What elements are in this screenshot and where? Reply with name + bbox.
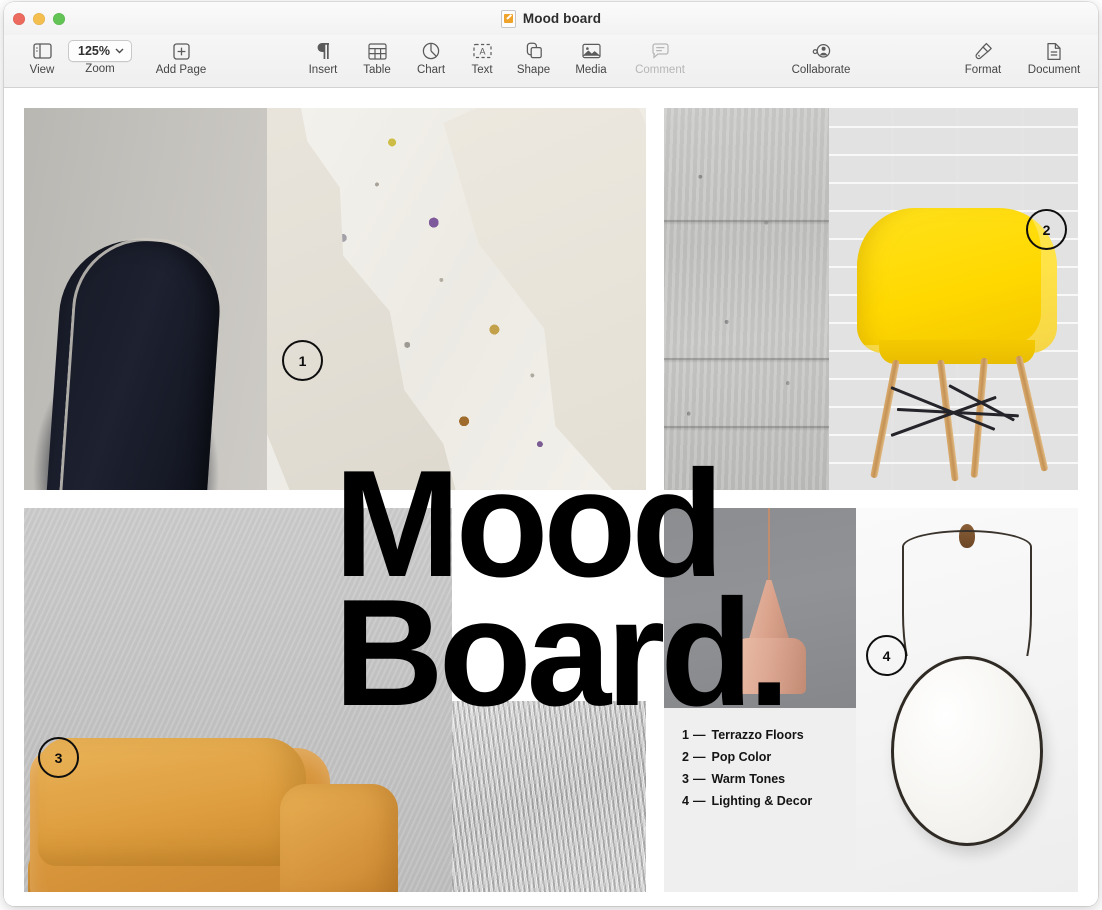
image-dark-chair[interactable] xyxy=(24,108,267,490)
pilcrow-icon xyxy=(316,39,331,63)
photo-icon xyxy=(582,39,601,63)
paintbrush-icon xyxy=(974,39,993,63)
chair-leg-1 xyxy=(870,359,900,478)
pie-chart-icon xyxy=(422,39,440,63)
toolbar-shape-button[interactable]: Shape xyxy=(506,35,561,76)
chair-leg-4 xyxy=(1015,355,1048,472)
zoom-dropdown[interactable]: 125% xyxy=(68,40,132,62)
toolbar-view-label: View xyxy=(30,64,55,76)
legend-label-4: Lighting & Decor xyxy=(712,794,813,808)
toolbar-add-page-label: Add Page xyxy=(156,64,207,76)
toolbar-zoom-control[interactable]: 125% Zoom xyxy=(62,35,138,75)
image-terrazzo[interactable] xyxy=(267,108,646,490)
page-title[interactable]: Mood Board. xyxy=(334,460,785,718)
text-box-icon: A xyxy=(473,39,492,63)
legend-dash-2: — xyxy=(693,750,706,764)
toolbar-document-label: Document xyxy=(1028,64,1080,76)
page-title-line2: Board. xyxy=(334,568,785,738)
badge-2[interactable]: 2 xyxy=(1026,209,1067,250)
chair-leg-2 xyxy=(937,360,959,482)
sidebar-icon xyxy=(33,39,52,63)
toolbar-comment-button[interactable]: Comment xyxy=(618,35,702,76)
zoom-value: 125% xyxy=(78,44,110,58)
toolbar-chart-button[interactable]: Chart xyxy=(406,35,456,76)
legend-item-4: 4 — Lighting & Decor xyxy=(682,794,856,808)
maximize-button[interactable] xyxy=(53,13,65,25)
toolbar-zoom-label: Zoom xyxy=(85,63,114,75)
toolbar-chart-label: Chart xyxy=(417,64,445,76)
image-round-mirror[interactable] xyxy=(856,508,1078,892)
toolbar-media-button[interactable]: Media xyxy=(564,35,618,76)
toolbar-shape-label: Shape xyxy=(517,64,550,76)
document-page[interactable]: 1 — Terrazzo Floors 2 — Pop Color 3 — Wa… xyxy=(24,108,1078,892)
svg-text:A: A xyxy=(479,47,485,57)
window-title-group: Mood board xyxy=(4,2,1098,35)
minimize-button[interactable] xyxy=(33,13,45,25)
legend-number-2: 2 xyxy=(682,750,693,764)
badge-3[interactable]: 3 xyxy=(38,737,79,778)
badge-3-number: 3 xyxy=(55,750,63,766)
toolbar-table-label: Table xyxy=(363,64,391,76)
pages-document-icon xyxy=(501,10,516,28)
badge-4-number: 4 xyxy=(883,648,891,664)
window-title: Mood board xyxy=(523,11,601,26)
table-grid-icon xyxy=(368,39,387,63)
image-concrete[interactable] xyxy=(664,108,829,490)
legend-label-3: Warm Tones xyxy=(712,772,786,786)
toolbar-comment-label: Comment xyxy=(635,64,685,76)
toolbar-table-button[interactable]: Table xyxy=(352,35,402,76)
toolbar-media-label: Media xyxy=(575,64,606,76)
legend-item-3: 3 — Warm Tones xyxy=(682,772,856,786)
concrete-seam-3 xyxy=(664,426,829,428)
legend-item-2: 2 — Pop Color xyxy=(682,750,856,764)
toolbar-text-button[interactable]: A Text xyxy=(460,35,504,76)
image-yellow-chair[interactable] xyxy=(829,108,1078,490)
image-group-top-left xyxy=(24,108,646,490)
toolbar-document-button[interactable]: Document xyxy=(1017,35,1091,76)
chair-piping-shape xyxy=(57,233,227,490)
legend-dash-4: — xyxy=(693,794,706,808)
chair-leg-3 xyxy=(971,358,988,478)
toolbar-collaborate-button[interactable]: Collaborate xyxy=(776,35,866,76)
shapes-icon xyxy=(525,39,543,63)
legend-number-4: 4 xyxy=(682,794,693,808)
toolbar-insert-label: Insert xyxy=(309,64,338,76)
badge-1-number: 1 xyxy=(299,353,307,369)
document-canvas[interactable]: 1 — Terrazzo Floors 2 — Pop Color 3 — Wa… xyxy=(4,88,1098,906)
concrete-seam-2 xyxy=(664,358,829,360)
legend-number-3: 3 xyxy=(682,772,693,786)
close-button[interactable] xyxy=(13,13,25,25)
sofa-arm-shape xyxy=(280,784,398,892)
collaborate-icon xyxy=(812,39,831,63)
yellow-chair-seatpad xyxy=(879,340,1035,364)
window-titlebar: Mood board xyxy=(4,2,1098,35)
main-toolbar: View 125% Zoom Add Page xyxy=(4,35,1098,88)
toolbar-format-label: Format xyxy=(965,64,1001,76)
toolbar-format-button[interactable]: Format xyxy=(955,35,1011,76)
toolbar-text-label: Text xyxy=(471,64,492,76)
concrete-seam-1 xyxy=(664,220,829,222)
mirror-glass-shape xyxy=(891,656,1043,846)
legend-label-2: Pop Color xyxy=(712,750,772,764)
badge-2-number: 2 xyxy=(1043,222,1051,238)
badge-4[interactable]: 4 xyxy=(866,635,907,676)
document-icon xyxy=(1046,39,1062,63)
badge-1[interactable]: 1 xyxy=(282,340,323,381)
traffic-light-group xyxy=(13,13,65,25)
toolbar-add-page-button[interactable]: Add Page xyxy=(146,35,216,76)
chevron-down-icon xyxy=(115,48,124,54)
pages-window: Mood board View 125% Zoom xyxy=(4,2,1098,906)
comment-icon xyxy=(652,39,669,63)
plus-square-icon xyxy=(173,39,190,63)
legend-dash-3: — xyxy=(693,772,706,786)
toolbar-insert-button[interactable]: Insert xyxy=(298,35,348,76)
toolbar-collaborate-label: Collaborate xyxy=(792,64,851,76)
image-group-top-right xyxy=(664,108,1078,490)
